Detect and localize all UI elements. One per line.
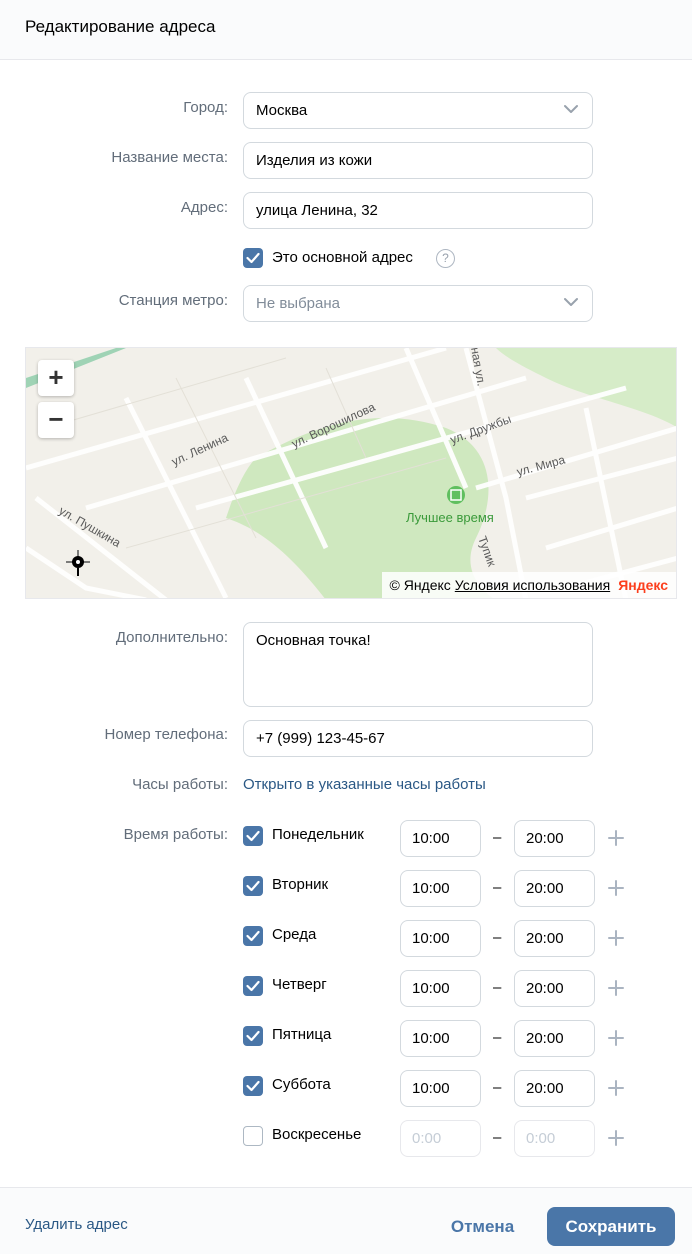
poi-label: Лучшее время	[406, 510, 494, 525]
check-icon	[246, 252, 260, 264]
day-checkbox[interactable]	[243, 1076, 263, 1096]
modal-header: Редактирование адреса	[0, 0, 692, 60]
day-label: Четверг	[272, 976, 327, 993]
time-dash: –	[493, 979, 502, 996]
add-interval-icon[interactable]	[607, 1079, 625, 1097]
time-from-input[interactable]: 0:00	[400, 1120, 481, 1157]
day-label: Среда	[272, 926, 317, 943]
check-icon	[246, 1030, 260, 1042]
place-name-label: Название места:	[111, 149, 228, 166]
hours-mode-link[interactable]: Открыто в указанные часы работы	[243, 776, 486, 793]
map-canvas: ул. Ленина ул. Ворошилова ул. Дружбы ул.…	[26, 348, 676, 598]
check-icon	[246, 830, 260, 842]
day-label: Воскресенье	[272, 1126, 362, 1143]
day-checkbox[interactable]	[243, 1026, 263, 1046]
metro-label: Станция метро:	[118, 292, 228, 309]
metro-placeholder: Не выбрана	[256, 295, 340, 312]
main-address-label: Это основной адрес	[272, 249, 413, 266]
day-label: Суббота	[272, 1076, 331, 1093]
schedule-label: Время работы:	[123, 826, 228, 843]
time-to-input[interactable]: 0:00	[514, 1120, 595, 1157]
chevron-down-icon	[564, 298, 578, 306]
add-interval-icon[interactable]	[607, 979, 625, 997]
metro-select[interactable]: Не выбрана	[243, 285, 593, 322]
time-from-input[interactable]: 10:00	[400, 970, 481, 1007]
city-label: Город:	[183, 99, 228, 116]
check-icon	[246, 980, 260, 992]
time-dash: –	[493, 829, 502, 846]
chevron-down-icon	[564, 105, 578, 113]
city-value: Москва	[256, 102, 308, 119]
address-input[interactable]: улица Ленина, 32	[243, 192, 593, 229]
add-interval-icon[interactable]	[607, 879, 625, 897]
time-to-input[interactable]: 20:00	[514, 1020, 595, 1057]
additional-textarea[interactable]: Основная точка!	[243, 622, 593, 707]
city-select[interactable]: Москва	[243, 92, 593, 129]
map-terms-link[interactable]: Условия использования	[455, 577, 610, 593]
day-checkbox[interactable]	[243, 1126, 263, 1146]
main-address-checkbox[interactable]	[243, 248, 263, 268]
time-dash: –	[493, 1029, 502, 1046]
phone-input[interactable]: +7 (999) 123-45-67	[243, 720, 593, 757]
add-interval-icon[interactable]	[607, 1029, 625, 1047]
time-dash: –	[493, 1079, 502, 1096]
check-icon	[246, 1080, 260, 1092]
time-from-input[interactable]: 10:00	[400, 1070, 481, 1107]
phone-label: Номер телефона:	[104, 726, 228, 743]
time-from-input[interactable]: 10:00	[400, 820, 481, 857]
time-dash: –	[493, 929, 502, 946]
address-label: Адрес:	[180, 199, 228, 216]
zoom-out-button[interactable]: −	[38, 402, 74, 438]
time-dash: –	[493, 879, 502, 896]
day-label: Пятница	[272, 1026, 332, 1043]
cancel-button[interactable]: Отмена	[440, 1207, 525, 1246]
day-label: Вторник	[272, 876, 329, 893]
map[interactable]: ул. Ленина ул. Ворошилова ул. Дружбы ул.…	[25, 347, 677, 599]
time-from-input[interactable]: 10:00	[400, 870, 481, 907]
time-to-input[interactable]: 20:00	[514, 920, 595, 957]
check-icon	[246, 880, 260, 892]
zoom-in-button[interactable]: +	[38, 360, 74, 396]
yandex-logo[interactable]: Яндекс	[618, 577, 668, 593]
time-to-input[interactable]: 20:00	[514, 970, 595, 1007]
check-icon	[246, 930, 260, 942]
help-icon[interactable]: ?	[436, 249, 455, 268]
time-from-input[interactable]: 10:00	[400, 920, 481, 957]
map-attribution: © Яндекс Условия использования Яндекс	[381, 572, 676, 598]
place-name-input[interactable]: Изделия из кожи	[243, 142, 593, 179]
day-checkbox[interactable]	[243, 876, 263, 896]
add-interval-icon[interactable]	[607, 1129, 625, 1147]
delete-address-link[interactable]: Удалить адрес	[25, 1216, 128, 1233]
time-to-input[interactable]: 20:00	[514, 1070, 595, 1107]
day-checkbox[interactable]	[243, 976, 263, 996]
time-from-input[interactable]: 10:00	[400, 1020, 481, 1057]
day-label: Понедельник	[272, 826, 364, 843]
time-to-input[interactable]: 20:00	[514, 870, 595, 907]
modal-footer: Удалить адрес Отмена Сохранить	[0, 1187, 692, 1254]
time-dash: –	[493, 1129, 502, 1146]
additional-label: Дополнительно:	[115, 629, 228, 646]
day-checkbox[interactable]	[243, 926, 263, 946]
hours-mode-label: Часы работы:	[132, 776, 228, 793]
add-interval-icon[interactable]	[607, 929, 625, 947]
save-button[interactable]: Сохранить	[547, 1207, 675, 1246]
add-interval-icon[interactable]	[607, 829, 625, 847]
map-copyright: © Яндекс	[389, 577, 451, 593]
time-to-input[interactable]: 20:00	[514, 820, 595, 857]
modal-title: Редактирование адреса	[25, 17, 216, 36]
day-checkbox[interactable]	[243, 826, 263, 846]
